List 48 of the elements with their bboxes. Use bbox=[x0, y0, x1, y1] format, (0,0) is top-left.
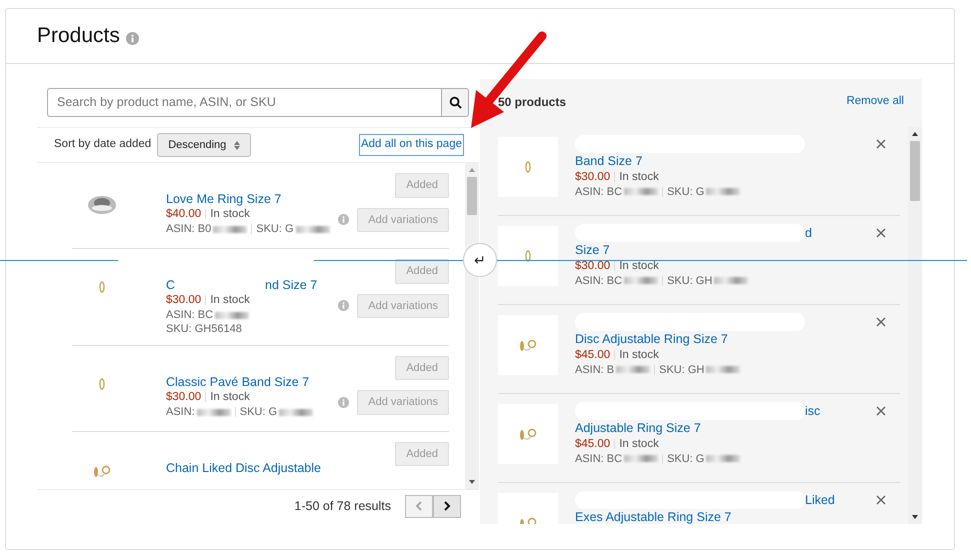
stock-status: In stock bbox=[210, 294, 250, 306]
product-title[interactable]: Band Size 7 bbox=[575, 153, 642, 170]
title-fragment: isc bbox=[805, 402, 820, 420]
product-title[interactable]: Size 7 bbox=[575, 242, 610, 258]
sku-text: SKU: GH bbox=[659, 364, 704, 376]
sku-text: SKU: GH56148 bbox=[166, 323, 242, 336]
asin-text: ASIN: B bbox=[575, 364, 614, 376]
add-all-link[interactable]: Add all on this page bbox=[358, 134, 464, 156]
stock-status: In stock bbox=[619, 170, 659, 183]
sku-text: SKU: GH bbox=[667, 274, 712, 287]
sku-text: SKU: G bbox=[667, 452, 704, 465]
product-title[interactable]: nd Size 7 bbox=[265, 277, 318, 294]
price: $45.00 bbox=[575, 438, 610, 450]
asin-text: ASIN: bbox=[166, 406, 195, 418]
stock-status: In stock bbox=[619, 438, 659, 450]
sort-label: Sort by date added bbox=[54, 137, 152, 152]
product-title[interactable]: Chain Liked Disc Adjustable bbox=[166, 460, 321, 476]
results-count: 1-50 of 78 results bbox=[294, 498, 391, 515]
product-title[interactable]: Disc Adjustable Ring Size 7 bbox=[575, 331, 728, 348]
stock-status: In stock bbox=[619, 348, 659, 361]
price: $30.00 bbox=[575, 170, 610, 183]
remove-all-link[interactable]: Remove all bbox=[846, 93, 904, 127]
price: $30.00 bbox=[166, 391, 202, 404]
asin-text: ASIN: BC bbox=[575, 186, 622, 198]
product-title[interactable]: Exes Adjustable Ring Size 7 bbox=[575, 509, 732, 524]
page-title: Products bbox=[37, 23, 120, 49]
sort-dropdown[interactable]: Descending bbox=[157, 132, 252, 158]
price: $40.00 bbox=[166, 208, 202, 220]
product-title[interactable]: Classic Pavé Band Size 7 bbox=[166, 374, 310, 390]
product-title[interactable]: Love Me Ring Size 7 bbox=[166, 191, 282, 208]
sku-text: SKU: G bbox=[240, 406, 278, 418]
product-title[interactable]: Adjustable Ring Size 7 bbox=[575, 420, 701, 436]
sku-text: SKU: G bbox=[256, 223, 294, 236]
title-fragment: Liked bbox=[805, 492, 835, 508]
stock-status: In stock bbox=[619, 260, 659, 272]
title-fragment: d bbox=[805, 224, 812, 242]
price: $30.00 bbox=[575, 260, 610, 272]
asin-text: ASIN: BC bbox=[575, 452, 622, 465]
sku-text: SKU: G bbox=[667, 186, 704, 198]
stock-status: In stock bbox=[210, 208, 250, 220]
asin-text: ASIN: BC bbox=[166, 309, 214, 322]
title-fragment: C bbox=[166, 277, 176, 294]
price: $30.00 bbox=[166, 294, 202, 306]
price: $45.00 bbox=[575, 348, 610, 361]
asin-text: ASIN: BC bbox=[575, 274, 622, 287]
stock-status: In stock bbox=[210, 391, 250, 404]
products-count: 50 products bbox=[498, 94, 566, 111]
asin-text: ASIN: B0 bbox=[166, 223, 212, 236]
